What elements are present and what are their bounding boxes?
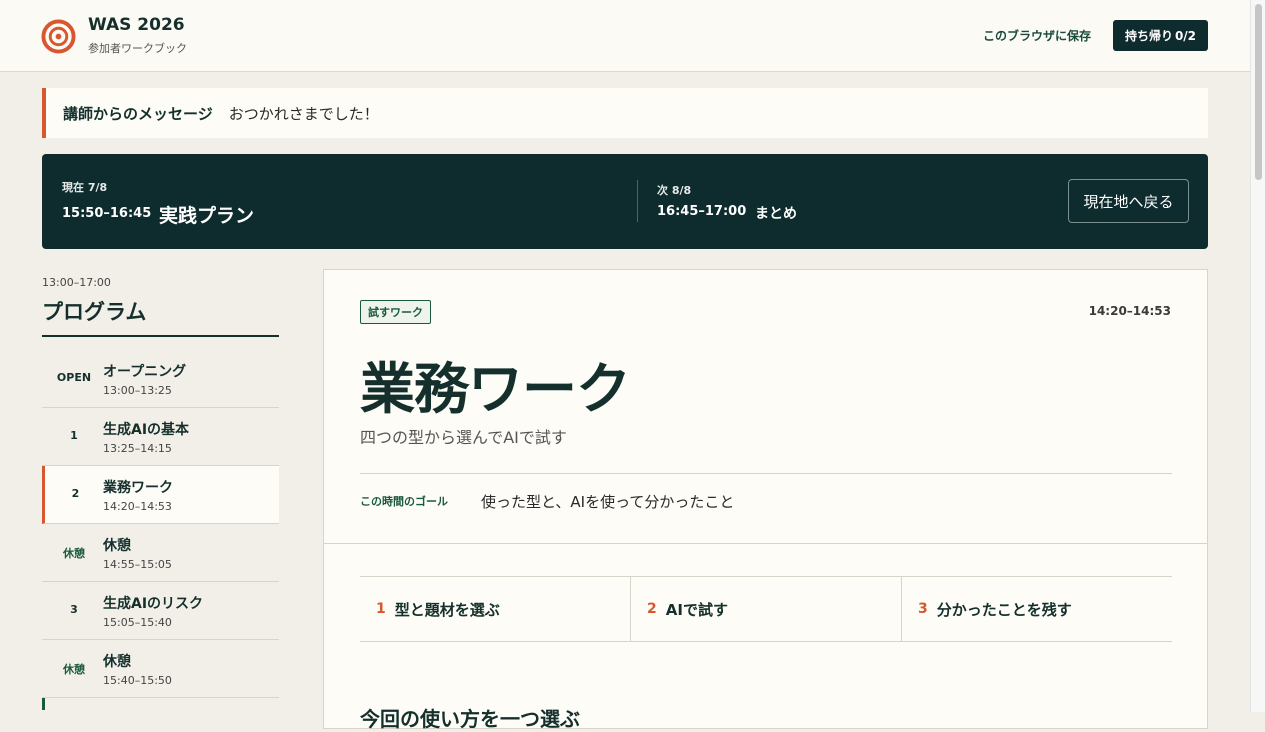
divider	[324, 543, 1207, 544]
schedule-time: 14:55–15:05	[103, 558, 172, 571]
schedule-time: 15:40–15:50	[103, 674, 172, 687]
current-session-bar: 現在 7/8 15:50–16:45 実践プラン 次 8/8 16:45–17:…	[42, 154, 1208, 249]
schedule-name: 休憩	[103, 654, 131, 670]
brand-title: WAS 2026	[88, 15, 185, 35]
schedule-time: 13:25–14:15	[103, 442, 172, 455]
takeaway-label: 持ち帰り	[1124, 29, 1173, 43]
takeaway-count: 0/2	[1174, 28, 1197, 43]
program-title: プログラム	[42, 300, 147, 324]
step-label: AIで試す	[665, 600, 728, 619]
step-number: 3	[918, 601, 928, 617]
program-time-range: 13:00–17:00	[42, 276, 111, 289]
return-to-current-button[interactable]: 現在地へ戻る	[1068, 179, 1189, 223]
brand-subtitle: 参加者ワークブック	[88, 42, 187, 55]
schedule-time: 14:20–14:53	[103, 500, 172, 513]
step-try[interactable]: 2 AIで試す	[630, 577, 901, 641]
takeaway-button[interactable]: 持ち帰り 0/2	[1113, 20, 1208, 51]
schedule-item-break-1[interactable]: 休憩 休憩 14:55–15:05	[42, 524, 279, 582]
schedule-name: 生成AIの基本	[103, 422, 190, 438]
session-title: 業務ワーク	[360, 357, 631, 421]
page-scrollbar[interactable]	[1250, 0, 1265, 712]
schedule-item-opening[interactable]: OPEN オープニング 13:00–13:25	[42, 350, 279, 408]
schedule-badge: 休憩	[63, 547, 85, 560]
next-title: まとめ	[755, 206, 797, 222]
next-time: 16:45–17:00	[657, 204, 747, 219]
work-type-tag: 試すワーク	[360, 300, 431, 324]
schedule-item-basics[interactable]: 1 生成AIの基本 13:25–14:15	[42, 408, 279, 466]
schedule-item-current-partial[interactable]	[42, 698, 279, 710]
schedule-badge: 休憩	[63, 663, 85, 676]
schedule-time: 15:05–15:40	[103, 616, 172, 629]
scrollbar-thumb[interactable]	[1255, 4, 1262, 180]
schedule-badge: 1	[70, 429, 78, 442]
target-logo-icon	[41, 19, 76, 54]
schedule-item-work-active[interactable]: 2 業務ワーク 14:20–14:53	[42, 466, 279, 524]
top-header: WAS 2026 参加者ワークブック このブラウザに保存 持ち帰り 0/2	[0, 0, 1250, 72]
step-label: 型と題材を選ぶ	[394, 600, 500, 619]
schedule-name: 休憩	[103, 538, 131, 554]
message-label: 講師からのメッセージ	[63, 104, 213, 123]
schedule-time: 13:00–13:25	[103, 384, 172, 397]
next-label: 次 8/8	[657, 184, 692, 197]
save-to-browser-link[interactable]: このブラウザに保存	[983, 27, 1091, 44]
session-time: 14:20–14:53	[1088, 304, 1171, 318]
divider	[637, 180, 638, 222]
step-number: 2	[647, 601, 657, 617]
current-label: 現在 7/8	[62, 181, 108, 194]
step-record[interactable]: 3 分かったことを残す	[901, 577, 1172, 641]
schedule-list: OPEN オープニング 13:00–13:25 1 生成AIの基本 13:25–…	[42, 350, 279, 710]
schedule-name: 業務ワーク	[103, 480, 173, 496]
instructor-message-banner: 講師からのメッセージ おつかれさまでした！	[42, 88, 1208, 138]
section-heading: 今回の使い方を一つ選ぶ	[360, 707, 580, 731]
current-time: 15:50–16:45	[62, 206, 152, 221]
schedule-badge: OPEN	[56, 371, 92, 384]
schedule-item-break-2[interactable]: 休憩 休憩 15:40–15:50	[42, 640, 279, 698]
program-title-rule	[42, 335, 279, 337]
session-subtitle: 四つの型から選んでAIで試す	[360, 428, 567, 447]
session-card: 試すワーク 14:20–14:53 業務ワーク 四つの型から選んでAIで試す こ…	[323, 269, 1208, 731]
schedule-badge: 2	[71, 487, 80, 500]
schedule-item-risk[interactable]: 3 生成AIのリスク 15:05–15:40	[42, 582, 279, 640]
schedule-name: 生成AIのリスク	[103, 596, 204, 612]
message-text: おつかれさまでした！	[228, 104, 379, 123]
step-label: 分かったことを残す	[936, 600, 1072, 619]
step-choose[interactable]: 1 型と題材を選ぶ	[360, 577, 630, 641]
goal-label: この時間のゴール	[360, 495, 448, 508]
schedule-badge: 3	[70, 603, 78, 616]
step-number: 1	[376, 601, 386, 617]
goal-text: 使った型と、AIを使って分かったこと	[481, 493, 735, 511]
current-title: 実践プラン	[159, 205, 255, 227]
schedule-name: オープニング	[103, 364, 187, 380]
steps-row: 1 型と題材を選ぶ 2 AIで試す 3 分かったことを残す	[360, 576, 1172, 642]
divider	[360, 473, 1172, 474]
